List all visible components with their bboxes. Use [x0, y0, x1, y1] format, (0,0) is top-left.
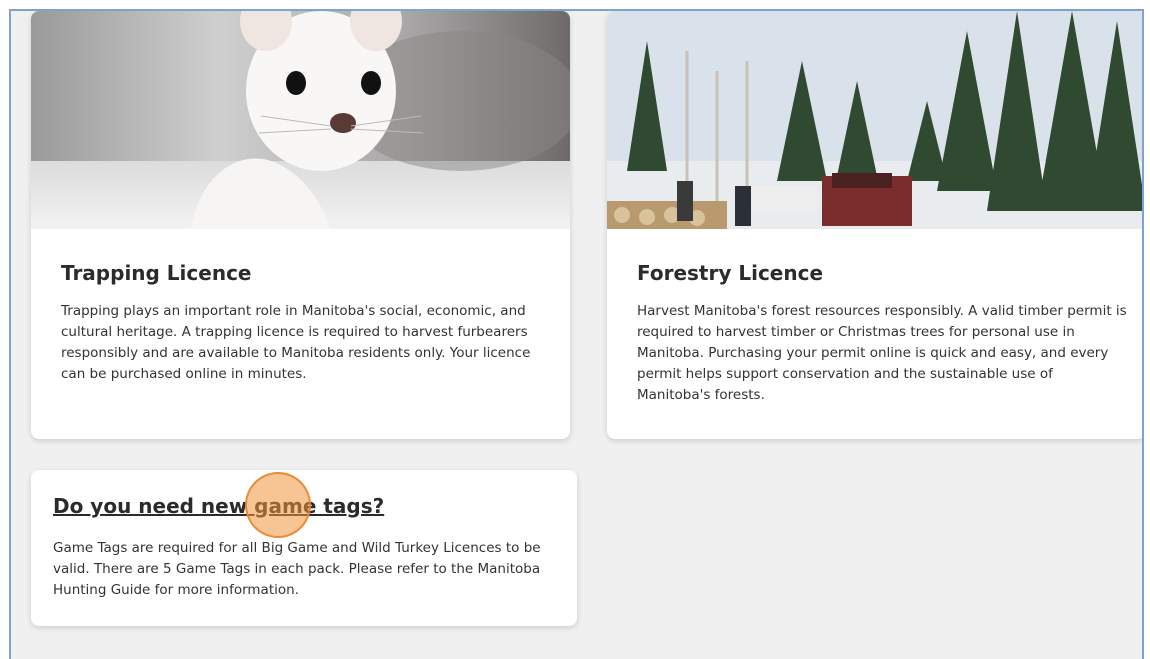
- card-title: Trapping Licence: [61, 261, 252, 285]
- card-description: Game Tags are required for all Big Game …: [53, 540, 541, 598]
- card-title: Forestry Licence: [637, 261, 824, 285]
- game-tags-link[interactable]: Do you need new game tags?: [53, 494, 384, 518]
- game-tags-card: Do you need new game tags? Game Tags are…: [31, 470, 577, 626]
- forest-image: [607, 11, 1142, 229]
- card-description: Trapping plays an important role in Mani…: [61, 303, 531, 382]
- trapping-licence-card[interactable]: Trapping Licence Trapping plays an impor…: [31, 11, 570, 439]
- card-description: Harvest Manitoba's forest resources resp…: [637, 303, 1127, 403]
- ermine-image: [31, 11, 570, 229]
- forestry-licence-card[interactable]: Forestry Licence Harvest Manitoba's fore…: [607, 11, 1142, 439]
- page-content: Trapping Licence Trapping plays an impor…: [9, 9, 1144, 659]
